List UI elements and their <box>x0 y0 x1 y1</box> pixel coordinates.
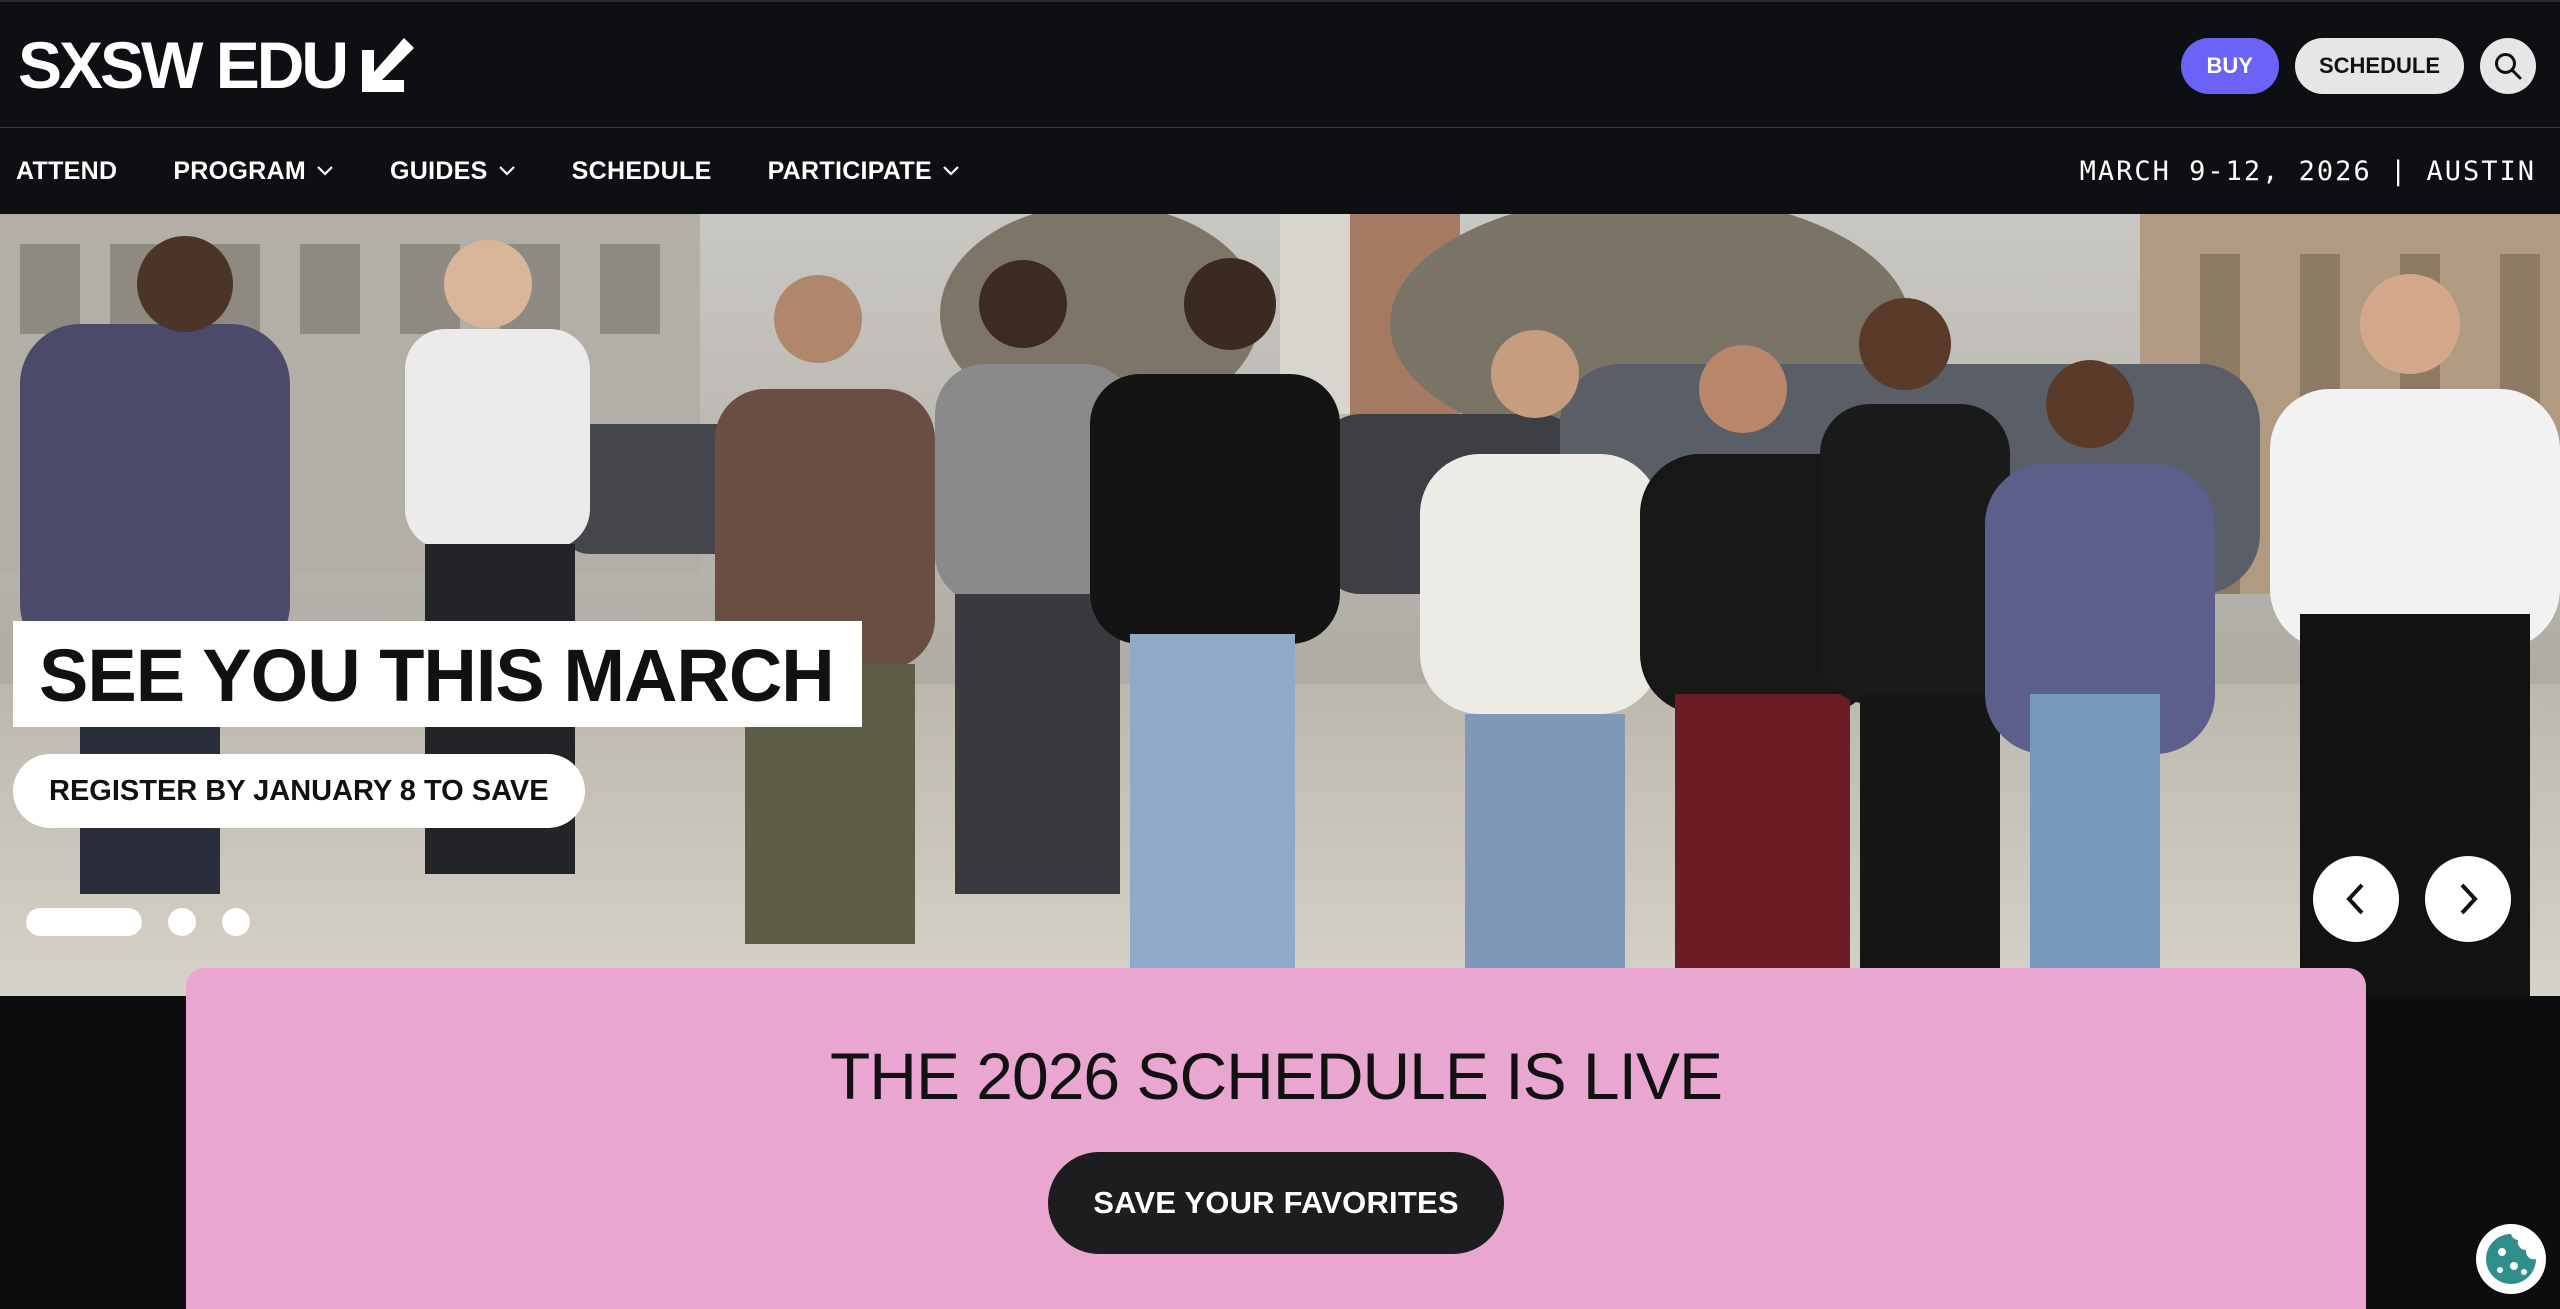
chevron-down-icon <box>498 166 515 176</box>
carousel-dot-1[interactable] <box>26 908 142 936</box>
cookie-settings-button[interactable] <box>2476 1224 2546 1294</box>
chevron-left-icon <box>2346 883 2364 915</box>
nav-item-label: PROGRAM <box>173 156 306 185</box>
nav-item-label: GUIDES <box>389 156 488 185</box>
chevron-right-icon <box>2460 883 2478 915</box>
nav-item-participate[interactable]: PARTICIPATE <box>768 157 960 186</box>
search-button[interactable] <box>2480 38 2536 94</box>
nav-items: ATTEND PROGRAM GUIDES SCHEDULE PARTICIPA… <box>16 128 960 214</box>
logo-text: SXSW EDU <box>18 28 349 102</box>
nav-item-attend[interactable]: ATTEND <box>16 157 117 186</box>
hero-photo <box>0 214 2560 996</box>
nav-item-label: ATTEND <box>16 156 118 185</box>
carousel-dot-2[interactable] <box>168 908 196 936</box>
site-logo[interactable]: SXSW EDU <box>18 32 416 98</box>
carousel-prev-button[interactable] <box>2313 856 2399 942</box>
chevron-down-icon <box>317 166 333 176</box>
event-date-location: MARCH 9-12, 2026 | AUSTIN <box>2079 155 2536 187</box>
hero-title-box: SEE YOU THIS MARCH <box>13 621 862 727</box>
buy-button[interactable]: BUY <box>2180 38 2279 94</box>
carousel-dots <box>26 908 250 936</box>
banner-title: THE 2026 SCHEDULE IS LIVE <box>829 1039 1723 1113</box>
cookie-icon <box>2486 1234 2536 1284</box>
nav-item-label: SCHEDULE <box>571 156 712 185</box>
chevron-down-icon <box>943 166 959 176</box>
header-actions: BUY SCHEDULE <box>2180 38 2536 94</box>
nav-item-guides[interactable]: GUIDES <box>390 157 516 186</box>
site-header: SXSW EDU BUY SCHEDULE <box>0 0 2560 128</box>
nav-item-program[interactable]: PROGRAM <box>173 157 334 186</box>
hero-carousel: SEE YOU THIS MARCH REGISTER BY JANUARY 8… <box>0 214 2560 996</box>
schedule-button[interactable]: SCHEDULE <box>2294 38 2464 94</box>
nav-item-label: PARTICIPATE <box>767 156 932 185</box>
save-favorites-button[interactable]: SAVE YOUR FAVORITES <box>1048 1152 1504 1254</box>
hero-register-button[interactable]: REGISTER BY JANUARY 8 TO SAVE <box>13 754 585 828</box>
hero-title: SEE YOU THIS MARCH <box>39 634 835 717</box>
schedule-banner: THE 2026 SCHEDULE IS LIVE SAVE YOUR FAVO… <box>186 968 2366 1309</box>
nav-item-schedule[interactable]: SCHEDULE <box>572 157 712 186</box>
arrow-down-left-icon <box>362 38 415 92</box>
carousel-dot-3[interactable] <box>222 908 250 936</box>
main-nav: ATTEND PROGRAM GUIDES SCHEDULE PARTICIPA… <box>0 128 2560 214</box>
search-icon <box>2495 53 2522 80</box>
carousel-next-button[interactable] <box>2425 856 2511 942</box>
